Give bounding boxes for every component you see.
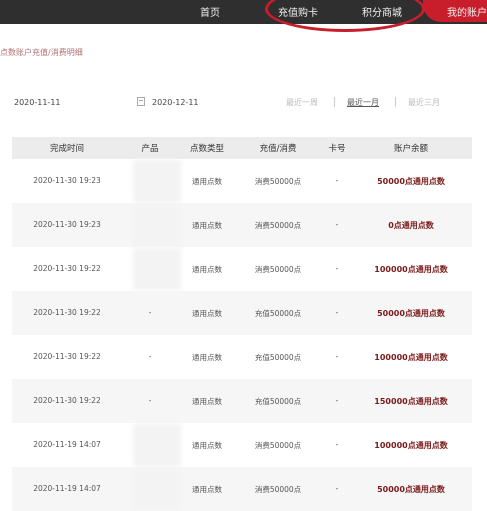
cell-points-type: 通用点数: [192, 441, 222, 450]
cell-product: -: [148, 396, 152, 405]
cell-amount: 充值50000点: [254, 397, 302, 406]
column-header-amount: 充值/消费: [259, 144, 297, 154]
nav-item-my-account[interactable]: 我的账户: [447, 4, 487, 19]
cell-points-type: 通用点数: [192, 397, 222, 406]
cell-card: -: [335, 396, 339, 405]
range-last-three-months[interactable]: 最近三月: [408, 97, 440, 108]
cell-balance: 100000点通用点数: [374, 265, 448, 274]
cell-card: -: [335, 308, 339, 317]
cell-time: 2020-11-30 19:23: [33, 176, 101, 185]
cell-balance: 100000点通用点数: [374, 353, 448, 362]
cell-card: -: [335, 264, 339, 273]
cell-balance: 50000点通用点数: [377, 309, 445, 318]
cell-amount: 充值50000点: [254, 309, 302, 318]
cell-card: -: [335, 440, 339, 449]
cell-balance: 50000点通用点数: [377, 177, 445, 186]
start-date-field[interactable]: 2020-11-11: [14, 98, 61, 107]
redacted-product-cell: [133, 468, 181, 510]
redacted-product-cell: [133, 160, 181, 202]
cell-points-type: 通用点数: [192, 485, 222, 494]
cell-points-type: 通用点数: [192, 177, 222, 186]
cell-amount: 消费50000点: [254, 221, 302, 230]
column-header-time: 完成时间: [49, 144, 85, 154]
cell-card: -: [335, 220, 339, 229]
cell-product: -: [148, 308, 152, 317]
cell-time: 2020-11-19 14:07: [33, 440, 101, 449]
range-last-week[interactable]: 最近一周: [286, 97, 318, 108]
cell-product: -: [148, 352, 152, 361]
cell-time: 2020-11-30 19:22: [33, 396, 101, 405]
cell-points-type: 通用点数: [192, 309, 222, 318]
top-navigation: 首页 充值购卡 积分商城 我的账户: [0, 0, 487, 32]
cell-card: -: [335, 176, 339, 185]
cell-amount: 消费50000点: [254, 265, 302, 274]
cell-time: 2020-11-30 19:23: [33, 220, 101, 229]
cell-balance: 0点通用点数: [388, 221, 434, 230]
cell-balance: 150000点通用点数: [374, 397, 448, 406]
cell-amount: 消费50000点: [254, 441, 302, 450]
calendar-icon[interactable]: [137, 97, 145, 106]
redacted-product-cell: [133, 424, 181, 466]
cell-points-type: 通用点数: [192, 221, 222, 230]
cell-card: -: [335, 352, 339, 361]
cell-amount: 消费50000点: [254, 177, 302, 186]
range-last-month[interactable]: 最近一月: [347, 97, 379, 108]
breadcrumb: 点数账户充值/消费明细: [0, 48, 83, 57]
cell-points-type: 通用点数: [192, 265, 222, 274]
cell-time: 2020-11-30 19:22: [33, 308, 101, 317]
nav-item-home[interactable]: 首页: [200, 4, 220, 19]
end-date-field[interactable]: 2020-12-11: [152, 98, 199, 107]
cell-amount: 消费50000点: [254, 485, 302, 494]
cell-time: 2020-11-19 14:07: [33, 484, 101, 493]
range-divider: [395, 97, 396, 107]
cell-balance: 100000点通用点数: [374, 441, 448, 450]
cell-time: 2020-11-30 19:22: [33, 264, 101, 273]
cell-balance: 50000点通用点数: [377, 485, 445, 494]
column-header-card: 卡号: [328, 144, 346, 154]
column-header-product: 产品: [141, 144, 159, 154]
cell-points-type: 通用点数: [192, 353, 222, 362]
cell-amount: 充值50000点: [254, 353, 302, 362]
cell-time: 2020-11-30 19:22: [33, 352, 101, 361]
nav-item-points-mall[interactable]: 积分商城: [362, 4, 402, 19]
column-header-balance: 账户余额: [393, 144, 429, 154]
redacted-product-cell: [133, 248, 181, 290]
nav-item-recharge[interactable]: 充值购卡: [278, 4, 318, 19]
range-divider: [334, 97, 335, 107]
redacted-product-cell: [133, 204, 181, 246]
cell-card: -: [335, 484, 339, 493]
column-header-points-type: 点数类型: [189, 144, 225, 154]
